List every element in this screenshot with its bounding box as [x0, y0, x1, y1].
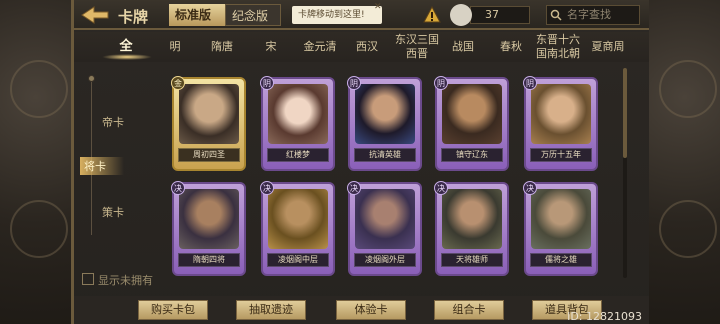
card-rarity-badge: 决: [260, 181, 274, 195]
tab-dynasty-chunqiu[interactable]: 春秋: [496, 32, 526, 62]
tab-dynasty-ming[interactable]: 明: [162, 32, 188, 62]
card-item[interactable]: 决 隋朝四将: [171, 181, 246, 276]
card-panel: 卡牌 标准版 纪念版 卡牌移动到这里! ✕ 37 名字查找 全 明 隋唐 宋 金…: [74, 0, 649, 324]
tab-dynasty-song[interactable]: 宋: [258, 32, 284, 62]
page-title: 卡牌: [118, 8, 149, 26]
tab-dynasty-suitang[interactable]: 隋唐: [206, 32, 238, 62]
card-portrait: [268, 84, 328, 144]
card-rarity-badge: 金: [171, 76, 185, 90]
currency-avatar-icon: [450, 4, 472, 26]
card-portrait: [531, 84, 591, 144]
card-name: 凌烟阁中层: [267, 253, 329, 267]
dynasty-tab-bar: 全 明 隋唐 宋 金元清 西汉 东汉三国西晋 战国 春秋 东晋十六国南北朝 夏商…: [74, 32, 649, 62]
active-tab-glow: [102, 54, 152, 60]
card-rarity-badge: 阴: [523, 76, 537, 90]
tooltip-close-icon[interactable]: ✕: [374, 2, 382, 12]
show-unowned-checkbox[interactable]: [82, 273, 94, 285]
card-name: 隋朝四将: [178, 253, 240, 267]
card-rarity-badge: 决: [434, 181, 448, 195]
card-name: 周初四圣: [178, 148, 240, 162]
card-item[interactable]: 阴 镇守辽东: [434, 76, 509, 171]
right-decor-panel: [646, 0, 720, 324]
card-portrait: [179, 84, 239, 144]
tab-standard-version[interactable]: 标准版: [169, 4, 225, 26]
card-portrait: [179, 189, 239, 249]
trial-card-button[interactable]: 体验卡: [336, 300, 406, 320]
card-portrait: [442, 189, 502, 249]
search-icon: [550, 9, 562, 21]
card-item[interactable]: 阴 抗清英雄: [347, 76, 422, 171]
card-item[interactable]: 阴 万历十五年: [523, 76, 598, 171]
combo-card-button[interactable]: 组合卡: [434, 300, 504, 320]
card-rarity-badge: 阴: [347, 76, 361, 90]
draw-relic-button[interactable]: 抽取遗迹: [236, 300, 306, 320]
card-rarity-badge: 阴: [434, 76, 448, 90]
card-rarity-badge: 阴: [260, 76, 274, 90]
card-name: 红楼梦: [267, 148, 329, 162]
tab-commemorative-version[interactable]: 纪念版: [225, 4, 281, 26]
card-item[interactable]: 决 天将雄师: [434, 181, 509, 276]
card-name: 儒将之雄: [530, 253, 592, 267]
card-name: 抗清英雄: [354, 148, 416, 162]
card-item[interactable]: 决 儒将之雄: [523, 181, 598, 276]
card-rarity-badge: 决: [171, 181, 185, 195]
card-name: 凌烟阁外层: [354, 253, 416, 267]
tab-dynasty-xihan[interactable]: 西汉: [352, 32, 382, 62]
tab-dynasty-donghan[interactable]: 东汉三国西晋: [392, 32, 442, 62]
card-rarity-badge: 决: [523, 181, 537, 195]
coin-counter: 37: [470, 6, 530, 24]
search-input[interactable]: 名字查找: [546, 5, 640, 25]
show-unowned-label: 显示未拥有: [98, 274, 153, 287]
card-portrait: [268, 189, 328, 249]
scrollbar-thumb[interactable]: [623, 68, 627, 158]
coin-count: 37: [485, 8, 499, 21]
card-item[interactable]: 决 凌烟阁外层: [347, 181, 422, 276]
card-portrait: [531, 189, 591, 249]
buy-card-pack-button[interactable]: 购买卡包: [138, 300, 208, 320]
card-item[interactable]: 阴 红楼梦: [260, 76, 335, 171]
card-rarity-badge: 决: [347, 181, 361, 195]
card-name: 天将雄师: [441, 253, 503, 267]
warning-icon[interactable]: [423, 6, 441, 24]
drag-hint-tooltip: 卡牌移动到这里!: [292, 6, 382, 24]
card-name: 万历十五年: [530, 148, 592, 162]
sidebar-item-strategy[interactable]: 策卡: [102, 204, 124, 220]
back-arrow-icon[interactable]: [80, 5, 110, 25]
card-item[interactable]: 金 周初四圣: [171, 76, 246, 171]
card-grid-scrollbar[interactable]: [623, 68, 627, 278]
rail-marker: [88, 75, 95, 82]
sidebar-item-emperor[interactable]: 帝卡: [102, 114, 124, 130]
search-placeholder: 名字查找: [567, 8, 611, 21]
top-bar: 卡牌 标准版 纪念版 卡牌移动到这里! ✕ 37 名字查找: [74, 0, 649, 30]
card-portrait: [355, 189, 415, 249]
tab-dynasty-dongjin[interactable]: 东晋十六国南北朝: [536, 32, 580, 62]
tab-dynasty-xiashangzhou[interactable]: 夏商周: [588, 32, 628, 62]
card-name: 镇守辽东: [441, 148, 503, 162]
left-decor-panel: [0, 0, 74, 324]
sidebar-rail: [91, 75, 92, 235]
user-id-label: ID: 12821093: [567, 310, 642, 323]
tab-dynasty-jinyuanqing[interactable]: 金元清: [300, 32, 340, 62]
card-portrait: [442, 84, 502, 144]
card-portrait: [355, 84, 415, 144]
sidebar-item-general[interactable]: 将卡: [80, 157, 124, 175]
tab-dynasty-zhanguo[interactable]: 战国: [448, 32, 478, 62]
card-item[interactable]: 决 凌烟阁中层: [260, 181, 335, 276]
